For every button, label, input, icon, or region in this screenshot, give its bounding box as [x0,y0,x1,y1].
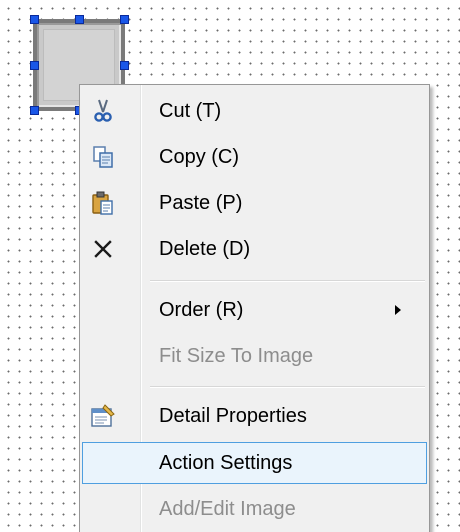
menu-item-order[interactable]: Order (R) [82,289,427,331]
properties-icon [91,404,115,427]
menu-item-delete[interactable]: Delete (D) [82,228,427,270]
resize-handle-e[interactable] [120,61,129,70]
copy-icon [93,146,113,168]
menu-item-cut[interactable]: Cut (T) [82,90,427,132]
menu-item-label: Detail Properties [159,405,307,427]
menu-item-label: Paste (P) [159,192,243,214]
menu-item-label: Add/Edit Image [159,498,296,520]
delete-x-icon [94,240,112,258]
menu-item-label: Copy (C) [159,146,240,168]
resize-handle-w[interactable] [30,61,39,70]
menu-item-label: Order (R) [159,299,244,321]
menu-item-copy[interactable]: Copy (C) [82,136,427,178]
resize-handle-sw[interactable] [30,106,39,115]
resize-handle-n[interactable] [75,15,84,24]
context-menu: Cut (T) Copy (C) Paste (P) Delete (D) Or… [79,84,430,532]
menu-item-action-settings[interactable]: Action Settings [82,442,427,484]
menu-separator [150,386,425,388]
menu-item-detail-properties[interactable]: Detail Properties [82,395,427,437]
resize-handle-nw[interactable] [30,15,39,24]
paste-icon [92,191,113,215]
menu-item-label: Delete (D) [159,238,251,260]
submenu-arrow-icon [395,305,401,315]
menu-item-add-edit-image[interactable]: Add/Edit Image [82,488,427,530]
menu-separator [150,280,425,282]
menu-item-fit-size-to-image[interactable]: Fit Size To Image [82,335,427,377]
resize-handle-ne[interactable] [120,15,129,24]
menu-item-label: Fit Size To Image [159,345,314,367]
scissors-icon [94,99,112,122]
menu-item-paste[interactable]: Paste (P) [82,182,427,224]
menu-item-label: Cut (T) [159,100,222,122]
menu-item-label: Action Settings [159,452,293,474]
